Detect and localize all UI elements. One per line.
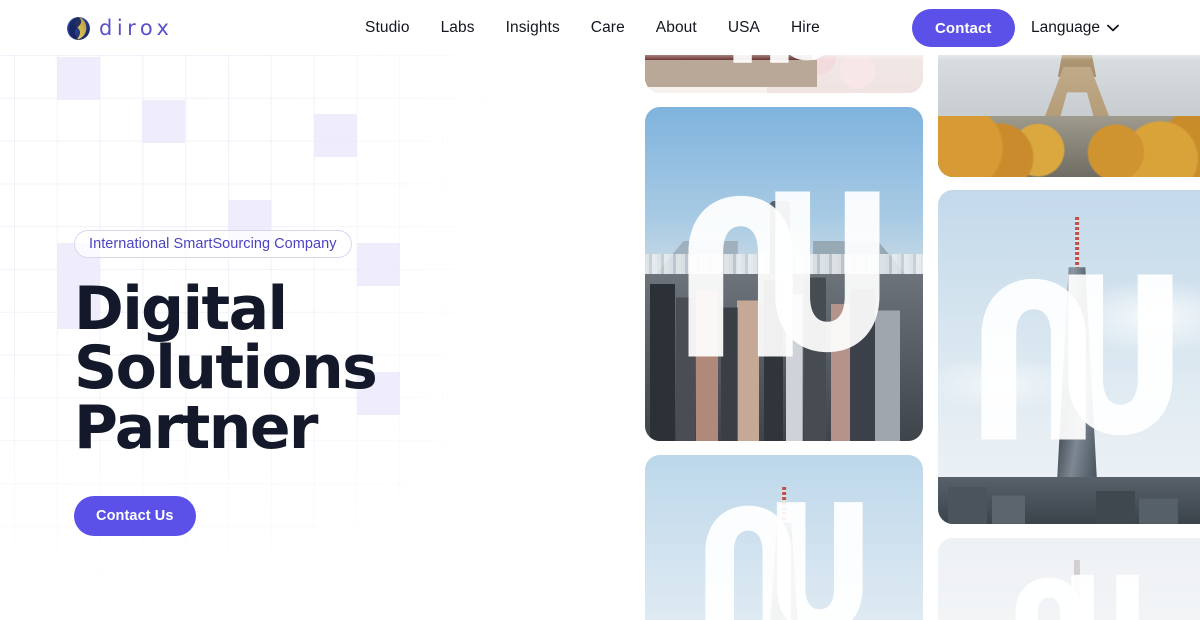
- site-header: dirox Studio Labs Insights Care About USA Hire…: [0, 0, 1200, 55]
- contact-us-button[interactable]: Contact Us: [74, 496, 196, 537]
- hero-content: International SmartSourcing Company Digi…: [74, 230, 594, 537]
- brand-logo[interactable]: dirox: [66, 16, 173, 41]
- nav-item-usa[interactable]: USA: [728, 19, 760, 37]
- main-navigation: Studio Labs Insights Care About USA Hire: [365, 0, 820, 55]
- brand-wordmark: dirox: [99, 16, 174, 40]
- grid-highlight-cell: [314, 114, 357, 157]
- hero-badge: International SmartSourcing Company: [74, 230, 352, 258]
- image-card-tower-blue: [645, 455, 923, 620]
- nav-item-insights[interactable]: Insights: [506, 19, 560, 37]
- grid-highlight-cell: [57, 57, 100, 100]
- language-selector[interactable]: Language: [1031, 0, 1119, 55]
- image-card-faded-tower: [938, 538, 1200, 620]
- page-title: Digital Solutions Partner: [74, 279, 574, 458]
- language-label: Language: [1031, 18, 1100, 36]
- image-card-landmark-tower: [938, 190, 1200, 524]
- hero-page: dirox Studio Labs Insights Care About USA Hire…: [0, 0, 1200, 620]
- nav-item-care[interactable]: Care: [591, 19, 625, 37]
- grid-highlight-cell: [142, 100, 185, 143]
- hero-image-collage: [600, 0, 1200, 620]
- image-card-hong-kong: [645, 107, 923, 441]
- chevron-down-icon: [1107, 24, 1119, 31]
- nav-item-studio[interactable]: Studio: [365, 19, 410, 37]
- headline-line-1: Digital Solutions: [74, 274, 378, 404]
- nav-item-hire[interactable]: Hire: [791, 19, 820, 37]
- dirox-logomark-icon: [67, 17, 90, 40]
- headline-line-2: Partner: [74, 392, 319, 463]
- nav-item-about[interactable]: About: [656, 19, 697, 37]
- header-contact-button[interactable]: Contact: [912, 9, 1015, 47]
- nav-item-labs[interactable]: Labs: [441, 19, 475, 37]
